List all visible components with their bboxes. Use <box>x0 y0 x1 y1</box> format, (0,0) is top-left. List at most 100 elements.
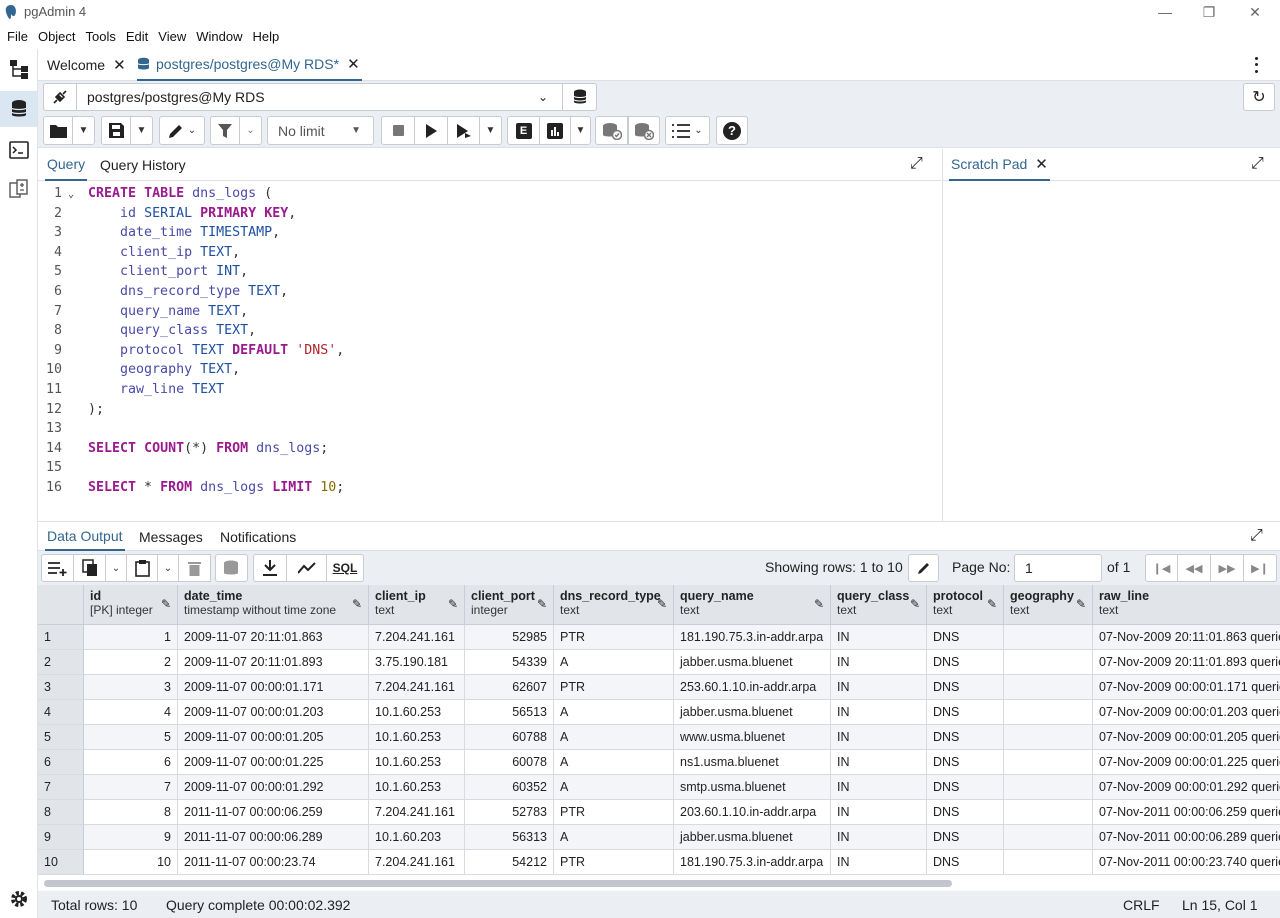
table-row[interactable]: 3 3 2009-11-07 00:00:01.171 7.204.241.161 62… <box>38 675 1280 700</box>
table-cell[interactable]: IN <box>831 650 927 675</box>
table-cell[interactable]: 5 <box>84 725 178 750</box>
scratch-pad-editor[interactable] <box>942 181 1280 521</box>
minimize-button[interactable]: — <box>1142 0 1188 24</box>
row-number[interactable]: 6 <box>38 750 84 775</box>
menu-view[interactable]: View <box>153 29 191 44</box>
table-cell[interactable]: A <box>554 725 674 750</box>
restore-button[interactable]: ❐ <box>1186 0 1232 24</box>
table-cell[interactable]: 07-Nov-2011 00:00:23.740 queries <box>1093 850 1280 875</box>
table-cell[interactable] <box>1004 775 1093 800</box>
filter-dropdown[interactable]: ⌄ <box>240 116 262 145</box>
table-cell[interactable]: 56313 <box>465 825 554 850</box>
row-number[interactable]: 9 <box>38 825 84 850</box>
copy-button[interactable] <box>74 554 106 582</box>
table-row[interactable]: 2 2 2009-11-07 20:11:01.893 3.75.190.181 543… <box>38 650 1280 675</box>
edit-pagination-button[interactable] <box>908 554 939 582</box>
table-cell[interactable]: DNS <box>927 850 1004 875</box>
column-header[interactable]: geography text ✎ <box>1004 585 1093 625</box>
tab-query[interactable]: Query <box>45 149 88 181</box>
table-row[interactable]: 1 1 2009-11-07 20:11:01.863 7.204.241.161 52… <box>38 625 1280 650</box>
row-number[interactable]: 2 <box>38 650 84 675</box>
table-row[interactable]: 8 8 2011-11-07 00:00:06.259 7.204.241.161 52… <box>38 800 1280 825</box>
table-cell[interactable]: 7 <box>84 775 178 800</box>
tab-query-history[interactable]: Query History <box>98 149 188 181</box>
table-cell[interactable]: 60352 <box>465 775 554 800</box>
row-number[interactable]: 1 <box>38 625 84 650</box>
open-file-dropdown[interactable]: ▼ <box>73 116 95 145</box>
table-row[interactable]: 7 7 2009-11-07 00:00:01.292 10.1.60.253 6035… <box>38 775 1280 800</box>
more-options-icon[interactable] <box>1250 55 1262 75</box>
new-connection-button[interactable] <box>562 83 597 111</box>
table-cell[interactable]: 1 <box>84 625 178 650</box>
table-cell[interactable]: IN <box>831 850 927 875</box>
edit-column-icon[interactable]: ✎ <box>814 597 824 611</box>
column-header[interactable]: query_name text ✎ <box>674 585 831 625</box>
tab-query-tool[interactable]: postgres/postgres@My RDS* ✕ <box>137 49 362 81</box>
row-limit-select[interactable]: No limit ▼ <box>267 116 374 145</box>
table-cell[interactable]: IN <box>831 675 927 700</box>
edit-column-icon[interactable]: ✎ <box>910 597 920 611</box>
table-cell[interactable]: www.usma.bluenet <box>674 725 831 750</box>
rollback-button[interactable] <box>628 116 660 145</box>
table-cell[interactable]: 3 <box>84 675 178 700</box>
table-cell[interactable]: DNS <box>927 800 1004 825</box>
column-header[interactable]: client_port integer ✎ <box>465 585 554 625</box>
edit-button[interactable]: ⌄ <box>159 116 205 145</box>
horizontal-scrollbar[interactable] <box>38 875 1280 891</box>
table-cell[interactable]: IN <box>831 800 927 825</box>
download-button[interactable] <box>253 554 287 582</box>
edit-column-icon[interactable]: ✎ <box>1076 597 1086 611</box>
table-cell[interactable]: DNS <box>927 725 1004 750</box>
table-cell[interactable]: 10.1.60.253 <box>369 725 465 750</box>
table-cell[interactable]: DNS <box>927 825 1004 850</box>
table-cell[interactable]: 07-Nov-2009 00:00:01.203 queries <box>1093 700 1280 725</box>
table-cell[interactable]: 181.190.75.3.in-addr.arpa <box>674 850 831 875</box>
column-header[interactable]: dns_record_type text ✎ <box>554 585 674 625</box>
expand-icon[interactable]: ⤢ <box>1250 527 1263 545</box>
table-cell[interactable]: jabber.usma.bluenet <box>674 700 831 725</box>
table-cell[interactable]: 2009-11-07 00:00:01.292 <box>178 775 369 800</box>
table-cell[interactable] <box>1004 650 1093 675</box>
edit-column-icon[interactable]: ✎ <box>537 597 547 611</box>
table-cell[interactable]: 2 <box>84 650 178 675</box>
column-header[interactable]: date_time timestamp without time zone ✎ <box>178 585 369 625</box>
table-cell[interactable] <box>1004 725 1093 750</box>
table-cell[interactable]: IN <box>831 825 927 850</box>
menu-object[interactable]: Object <box>33 29 81 44</box>
macros-button[interactable]: ⌄ <box>665 116 710 145</box>
table-cell[interactable]: 10.1.60.253 <box>369 775 465 800</box>
fold-chevron-icon[interactable]: ⌄ <box>68 189 74 200</box>
graph-visualiser-button[interactable] <box>287 554 327 582</box>
table-cell[interactable]: 2009-11-07 00:00:01.171 <box>178 675 369 700</box>
commit-button[interactable] <box>595 116 628 145</box>
table-cell[interactable]: 7.204.241.161 <box>369 675 465 700</box>
table-cell[interactable]: 07-Nov-2009 00:00:01.292 queries <box>1093 775 1280 800</box>
column-header[interactable]: raw_line text <box>1093 585 1280 625</box>
table-cell[interactable]: 10.1.60.203 <box>369 825 465 850</box>
sql-editor[interactable]: 1 2 3 4 5 6 7 8 9 10 11 12 13 14 15 16 ⌄ CREATE TABLE d… <box>38 181 941 521</box>
table-cell[interactable]: 07-Nov-2009 20:11:01.863 queries <box>1093 625 1280 650</box>
table-cell[interactable]: IN <box>831 700 927 725</box>
help-button[interactable]: ? <box>716 116 748 145</box>
open-file-button[interactable] <box>43 116 73 145</box>
object-explorer-button[interactable] <box>0 51 37 87</box>
connection-status-button[interactable] <box>43 83 77 111</box>
table-cell[interactable]: ns1.usma.bluenet <box>674 750 831 775</box>
table-cell[interactable]: A <box>554 750 674 775</box>
edit-column-icon[interactable]: ✎ <box>987 597 997 611</box>
edit-column-icon[interactable]: ✎ <box>448 597 458 611</box>
table-cell[interactable]: A <box>554 700 674 725</box>
row-number[interactable]: 5 <box>38 725 84 750</box>
table-cell[interactable]: 07-Nov-2009 20:11:01.893 queries <box>1093 650 1280 675</box>
tab-data-output[interactable]: Data Output <box>45 522 125 551</box>
table-cell[interactable]: 7.204.241.161 <box>369 800 465 825</box>
menu-help[interactable]: Help <box>248 29 285 44</box>
save-data-button[interactable] <box>215 554 248 582</box>
column-header[interactable]: id [PK] integer ✎ <box>84 585 178 625</box>
table-cell[interactable]: 60078 <box>465 750 554 775</box>
first-page-button[interactable]: ❙◀ <box>1145 554 1178 582</box>
table-cell[interactable]: 07-Nov-2011 00:00:06.259 queries <box>1093 800 1280 825</box>
table-cell[interactable]: A <box>554 775 674 800</box>
table-cell[interactable]: smtp.usma.bluenet <box>674 775 831 800</box>
table-cell[interactable] <box>1004 850 1093 875</box>
